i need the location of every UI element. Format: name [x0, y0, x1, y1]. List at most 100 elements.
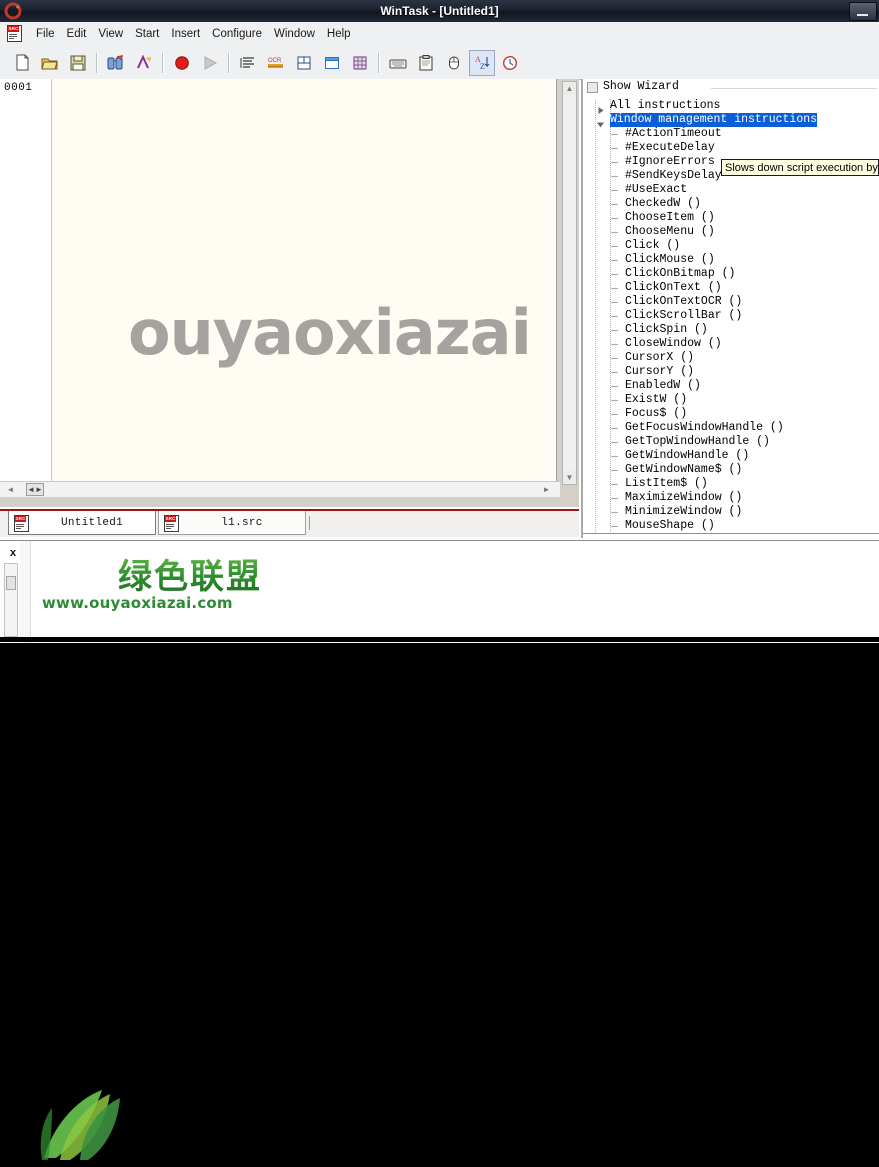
output-scroll-thumb[interactable] — [6, 576, 16, 590]
tree-item[interactable]: Focus$ () — [583, 407, 879, 421]
find-button[interactable] — [103, 50, 129, 76]
tree-item[interactable]: ClickScrollBar () — [583, 309, 879, 323]
tree-item[interactable]: ClickSpin () — [583, 323, 879, 337]
menu-help-label: Help — [326, 28, 351, 40]
tree-branch-line — [611, 204, 618, 205]
record-button[interactable] — [169, 50, 195, 76]
timer-button[interactable] — [497, 50, 523, 76]
editor-horizontal-scrollbar[interactable]: ◄ ◄► ► — [0, 481, 560, 497]
doc-tab-untitled1[interactable]: SRC Untitled1 — [8, 511, 156, 535]
editor-pane: 0001 ▲ ▼ ◄ ◄► ► — [0, 79, 579, 507]
tree-item[interactable]: ExistW () — [583, 393, 879, 407]
menu-configure[interactable]: Configure — [206, 26, 268, 42]
tree-item[interactable]: ChooseMenu () — [583, 225, 879, 239]
insert-bitmap-button[interactable] — [347, 50, 373, 76]
menu-help[interactable]: Help — [321, 26, 357, 42]
insert-text-button[interactable] — [235, 50, 261, 76]
tree-item-label: ClickSpin () — [625, 323, 708, 336]
minimize-button[interactable] — [849, 2, 877, 21]
scroll-thumb-glyph: ◄► — [27, 485, 43, 494]
tree-item[interactable]: EnabledW () — [583, 379, 879, 393]
tree-item[interactable]: CursorX () — [583, 351, 879, 365]
tree-item-label: ListItem$ () — [625, 477, 708, 490]
editor-vertical-scrollbar[interactable]: ▲ ▼ — [562, 81, 577, 485]
editor-gutter: 0001 — [0, 79, 52, 489]
window-controls — [849, 2, 877, 21]
tree-branch-line — [611, 456, 618, 457]
tree-item-label: CloseWindow () — [625, 337, 722, 350]
tree-item[interactable]: GetWindowName$ () — [583, 463, 879, 477]
horizontal-scroll-thumb[interactable]: ◄► — [26, 483, 44, 496]
menu-window[interactable]: Window — [268, 26, 321, 42]
tree-branch-line — [611, 148, 618, 149]
tree-item[interactable]: ClickOnText () — [583, 281, 879, 295]
tree-item[interactable]: CursorY () — [583, 365, 879, 379]
tree-branch-line — [611, 246, 618, 247]
tree-item[interactable]: GetTopWindowHandle () — [583, 435, 879, 449]
scroll-right-arrow-icon[interactable]: ► — [540, 483, 553, 496]
code-editor-area[interactable] — [52, 79, 557, 489]
keyboard-button[interactable] — [385, 50, 411, 76]
menu-view[interactable]: View — [92, 26, 129, 42]
close-icon[interactable]: x — [6, 546, 20, 560]
wizard-header: Show Wizard — [583, 79, 879, 97]
tree-item[interactable]: MinimizeWindow () — [583, 505, 879, 519]
tree-item[interactable]: #UseExact — [583, 183, 879, 197]
tree-item-label: ClickMouse () — [625, 253, 715, 266]
scroll-down-arrow-icon[interactable]: ▼ — [563, 471, 576, 484]
output-vertical-scrollbar[interactable] — [4, 563, 18, 637]
menu-file-label: File — [36, 28, 55, 40]
tree-item-label: GetWindowName$ () — [625, 463, 743, 476]
show-wizard-checkbox[interactable] — [587, 82, 598, 93]
logo-chinese-text: 绿色联盟 — [118, 549, 262, 598]
scroll-left-arrow-icon[interactable]: ◄ — [4, 483, 17, 496]
menu-edit[interactable]: Edit — [61, 26, 93, 42]
tree-item-label: CheckedW () — [625, 197, 701, 210]
tree-item-label: MinimizeWindow () — [625, 505, 743, 518]
tree-item[interactable]: ClickOnBitmap () — [583, 267, 879, 281]
scroll-up-arrow-icon[interactable]: ▲ — [563, 82, 576, 95]
tree-branch-line — [611, 442, 618, 443]
tree-item[interactable]: #ExecuteDelay — [583, 141, 879, 155]
tree-item[interactable]: GetFocusWindowHandle () — [583, 421, 879, 435]
tree-item[interactable]: Click () — [583, 239, 879, 253]
tree-item[interactable]: All instructions — [583, 99, 879, 114]
menu-file[interactable]: File — [30, 26, 61, 42]
tree-item[interactable]: #ActionTimeout — [583, 127, 879, 141]
tree-item[interactable]: CloseWindow () — [583, 337, 879, 351]
insert-ocr-button[interactable]: OCR — [263, 50, 289, 76]
doc-tab-l1src[interactable]: SRC l1.src — [158, 511, 306, 535]
insert-object-button[interactable] — [291, 50, 317, 76]
run-button[interactable] — [197, 50, 223, 76]
tree-item[interactable]: MaximizeWindow () — [583, 491, 879, 505]
tree-item[interactable]: GetWindowHandle () — [583, 449, 879, 463]
new-file-button[interactable] — [9, 50, 35, 76]
insert-window-button[interactable] — [319, 50, 345, 76]
sort-az-button[interactable]: A Z — [469, 49, 495, 76]
mouse-button[interactable] — [441, 50, 467, 76]
object-frame-icon — [297, 56, 311, 69]
tree-branch-line — [611, 232, 618, 233]
tree-item[interactable]: Window management instructions — [583, 113, 879, 128]
tree-item[interactable]: ClickMouse () — [583, 253, 879, 267]
tree-item[interactable]: MouseShape () — [583, 519, 879, 533]
tree-item-label: Focus$ () — [625, 407, 688, 420]
tree-item-label: GetTopWindowHandle () — [625, 435, 770, 448]
menu-bar: SRC File Edit View Start Insert Configur… — [0, 22, 879, 47]
find-next-button[interactable] — [131, 50, 157, 76]
chevron-right-icon[interactable] — [596, 102, 605, 114]
toolbar-separator — [378, 52, 380, 73]
bitmap-grid-icon — [353, 56, 367, 69]
tree-item[interactable]: CheckedW () — [583, 197, 879, 211]
open-file-button[interactable] — [37, 50, 63, 76]
menu-start[interactable]: Start — [129, 26, 165, 42]
tree-item[interactable]: ListItem$ () — [583, 477, 879, 491]
save-file-button[interactable] — [65, 50, 91, 76]
menu-insert[interactable]: Insert — [165, 26, 206, 42]
clipboard-button[interactable] — [413, 50, 439, 76]
tree-item[interactable]: ChooseItem () — [583, 211, 879, 225]
tree-item[interactable]: ClickOnTextOCR () — [583, 295, 879, 309]
tree-item-label: #ActionTimeout — [625, 127, 722, 140]
chevron-down-icon[interactable] — [596, 116, 605, 128]
tree-branch-line — [611, 330, 618, 331]
